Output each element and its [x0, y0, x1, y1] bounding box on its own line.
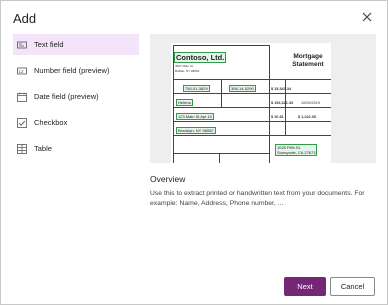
property-highlight: 1025 Fifth St. Sunnyvale, CA 27673: [275, 144, 318, 156]
overview-description: Use this to extract printed or handwritt…: [150, 190, 365, 207]
field-type-list: Text field 12 Number field (preview) Dat…: [13, 34, 139, 164]
next-button[interactable]: Next: [284, 277, 326, 296]
preview-panel: Mortgage Statement Contoso, Ltd. 4567 Ma…: [150, 34, 376, 163]
address-highlight: 123 Main St Apt 10: [176, 113, 214, 120]
close-icon[interactable]: [359, 9, 375, 25]
document-preview: Mortgage Statement Contoso, Ltd. 4567 Ma…: [171, 43, 331, 163]
text-field-icon: [17, 40, 27, 50]
cancel-button[interactable]: Cancel: [330, 277, 375, 296]
field-type-label: Checkbox: [34, 118, 68, 127]
field-type-label: Date field (preview): [34, 92, 99, 101]
phone-highlight: 750-01-3829: [183, 85, 210, 92]
field-type-label: Table: [34, 144, 52, 153]
field-type-text[interactable]: Text field: [13, 34, 139, 55]
address-highlight: Brooklyn, NY 98052: [176, 127, 216, 134]
field-type-label: Number field (preview): [34, 66, 110, 75]
company-highlight: Contoso, Ltd.: [174, 52, 227, 63]
calendar-icon: [17, 92, 27, 102]
dialog-title: Add: [13, 11, 37, 26]
field-type-number[interactable]: 12 Number field (preview): [13, 60, 139, 81]
name-highlight: Helena: [176, 99, 193, 106]
table-icon: [17, 143, 27, 154]
checkbox-icon: [17, 117, 27, 128]
svg-text:12: 12: [19, 69, 25, 74]
number-field-icon: 12: [17, 66, 27, 76]
field-type-checkbox[interactable]: Checkbox: [13, 112, 139, 133]
overview-heading: Overview: [150, 174, 186, 184]
field-type-label: Text field: [34, 40, 64, 49]
field-type-date[interactable]: Date field (preview): [13, 86, 139, 107]
field-type-table[interactable]: Table: [13, 138, 139, 159]
phone-highlight: 306-14-5290: [229, 85, 256, 92]
document-title: Mortgage Statement: [292, 53, 324, 68]
add-dialog: Add Text field 12 Number field (preview)…: [0, 0, 388, 305]
